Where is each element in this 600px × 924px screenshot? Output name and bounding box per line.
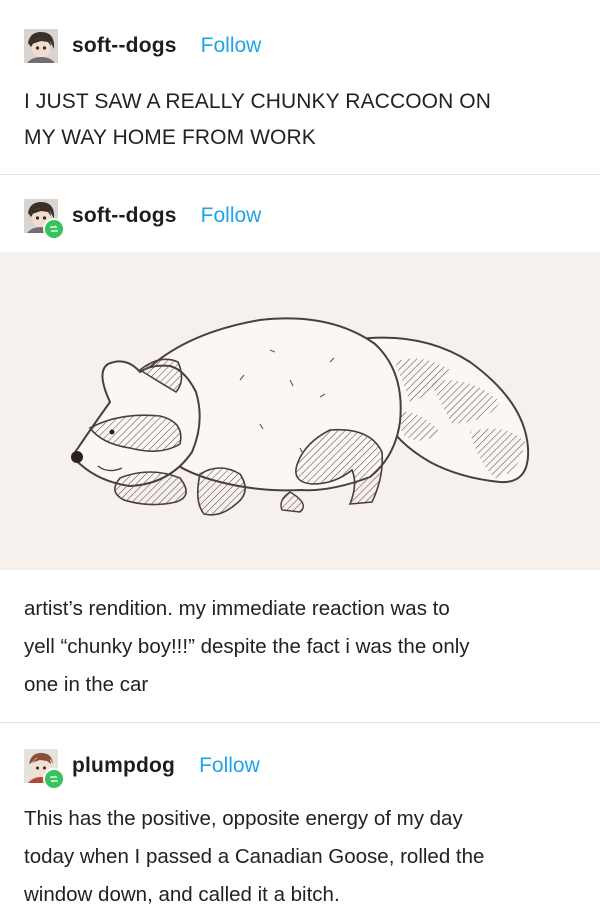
post-text: This has the positive, opposite energy o… [24,800,584,914]
post-header: soft--dogs Follow [24,28,261,64]
post-text: I JUST SAW A REALLY CHUNKY RACCOON ON MY… [24,84,584,156]
post-text-line: I JUST SAW A REALLY CHUNKY RACCOON ON [24,90,491,113]
post-text-line: artist’s rendition. my immediate reactio… [24,597,450,620]
username[interactable]: soft--dogs [72,204,177,228]
avatar[interactable] [24,749,65,790]
avatar[interactable] [24,29,58,63]
post-text-line: window down, and called it a bitch. [24,883,340,906]
post-text-line: today when I passed a Canadian Goose, ro… [24,845,485,868]
username[interactable]: soft--dogs [72,34,177,58]
post-header: soft--dogs Follow [24,198,262,240]
reblog-icon [43,218,65,240]
divider [0,174,600,175]
reblog-icon [43,768,65,790]
raccoon-drawing-image [0,252,600,570]
post-text-line: This has the positive, opposite energy o… [24,807,463,830]
follow-button[interactable]: Follow [201,204,262,228]
follow-button[interactable]: Follow [201,34,262,58]
avatar[interactable] [24,199,65,240]
post-header: plumpdog Follow [24,748,260,790]
follow-button[interactable]: Follow [199,754,260,778]
post-text: artist’s rendition. my immediate reactio… [24,590,584,704]
post-text-line: one in the car [24,673,149,696]
post-text-line: yell “chunky boy!!!” despite the fact i … [24,635,470,658]
post-text-line: MY WAY HOME FROM WORK [24,126,316,149]
username[interactable]: plumpdog [72,754,175,778]
divider [0,722,600,723]
